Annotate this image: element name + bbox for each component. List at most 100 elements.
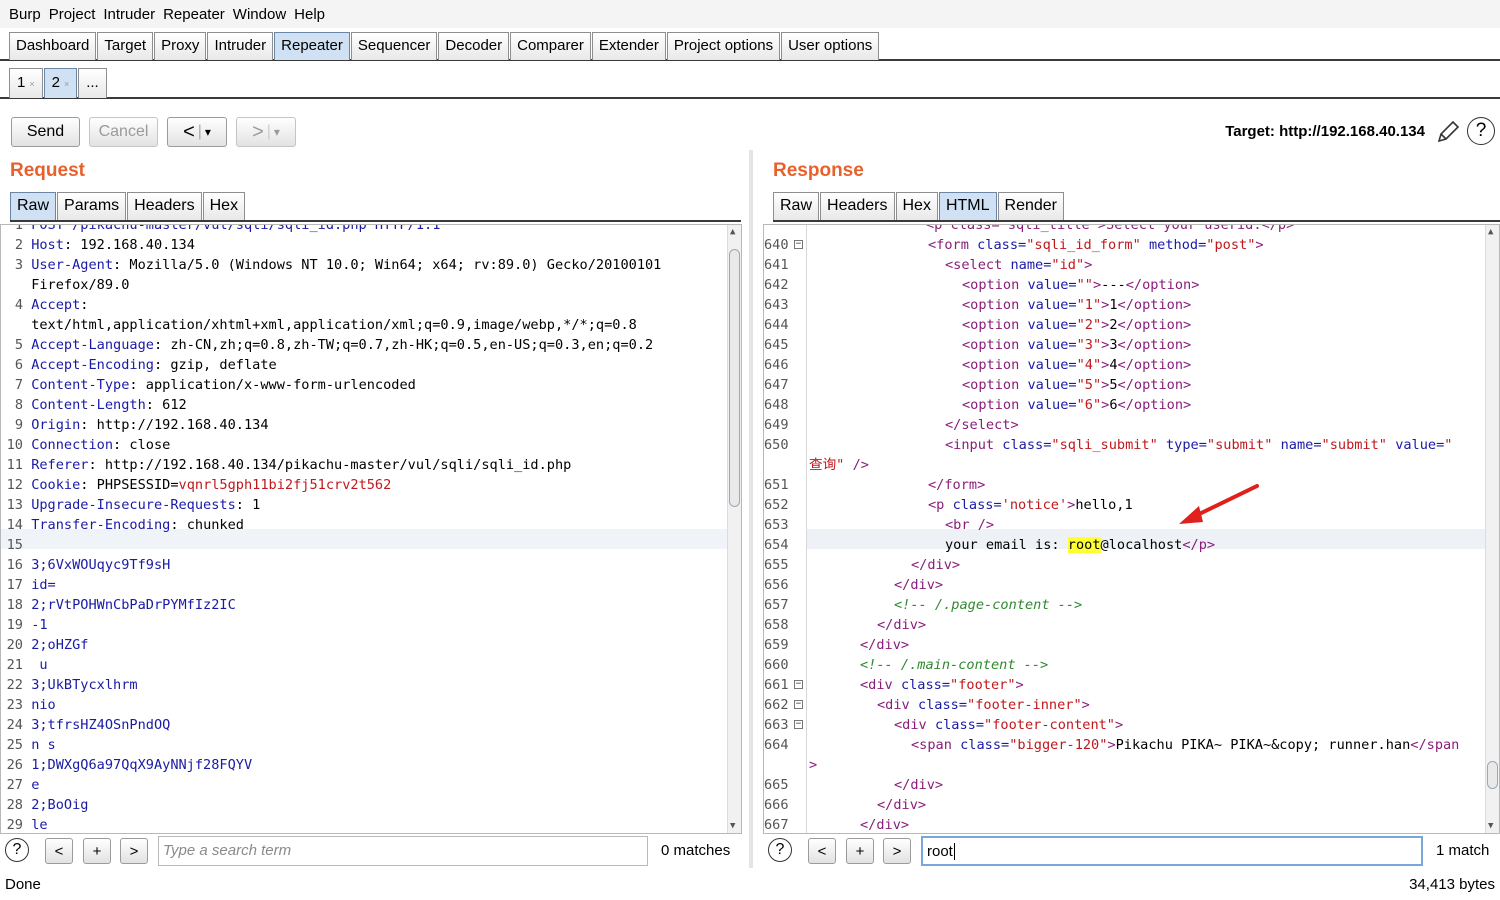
response-tab-render[interactable]: Render bbox=[997, 192, 1064, 220]
line-number: 9 bbox=[14, 417, 23, 433]
request-tab-raw[interactable]: Raw bbox=[10, 192, 57, 220]
edit-target-button[interactable] bbox=[1434, 118, 1462, 146]
repeater-tab-more[interactable]: ... bbox=[78, 68, 107, 98]
header-name: Content-Type bbox=[31, 377, 130, 393]
fold-toggle-icon[interactable]: − bbox=[794, 680, 803, 689]
line-number: 643 bbox=[764, 297, 789, 313]
request-scrollbar[interactable]: ▲ ▼ bbox=[727, 225, 741, 833]
close-icon[interactable]: × bbox=[64, 79, 69, 89]
response-search-input[interactable]: root bbox=[921, 836, 1423, 866]
request-line: 25 n s bbox=[1, 735, 56, 755]
request-tab-params[interactable]: Params bbox=[57, 192, 127, 220]
request-line: 9 Origin: http://192.168.40.134 bbox=[1, 415, 269, 435]
request-line: 26 1;DWXgQ6a97QqX9AyNNjf28FQYV bbox=[1, 755, 253, 775]
search-prev-button[interactable]: < bbox=[808, 838, 836, 864]
cookie-value: vqnrl5gph11bi2fj51crv2t562 bbox=[178, 477, 392, 493]
response-line: <select name="id"> bbox=[945, 257, 1093, 273]
tab-proxy[interactable]: Proxy bbox=[154, 32, 207, 60]
request-scroll-thumb[interactable] bbox=[729, 249, 740, 507]
line-number: 664 bbox=[764, 737, 789, 753]
header-value: Mozilla/5.0 (Windows NT 10.0; Win64; x64… bbox=[121, 257, 662, 273]
response-tab-headers[interactable]: Headers bbox=[820, 192, 895, 220]
fold-toggle-icon[interactable]: − bbox=[794, 720, 803, 729]
pane-splitter[interactable] bbox=[749, 150, 753, 868]
response-tab-hex[interactable]: Hex bbox=[895, 192, 938, 220]
colon: : bbox=[88, 457, 97, 473]
body-chunk: 1;DWXgQ6a97QqX9AyNNjf28FQYV bbox=[31, 757, 253, 773]
chevron-right-icon: > bbox=[129, 842, 139, 860]
request-tab-hex[interactable]: Hex bbox=[202, 192, 246, 220]
request-line: 6 Accept-Encoding: gzip, deflate bbox=[1, 355, 277, 375]
response-line: > bbox=[809, 757, 818, 773]
request-line: 16 3;6VxWOUqyc9Tf9sH bbox=[1, 555, 171, 575]
search-options-button[interactable]: + bbox=[83, 838, 111, 864]
pencil-icon bbox=[1437, 120, 1460, 143]
tab-decoder[interactable]: Decoder bbox=[438, 32, 510, 60]
fold-toggle-icon[interactable]: − bbox=[794, 240, 803, 249]
close-icon[interactable]: × bbox=[29, 79, 34, 89]
header-value: 192.168.40.134 bbox=[72, 237, 195, 253]
response-tab-bar: Raw Headers Hex HTML Render bbox=[773, 192, 1065, 220]
line-number: 24 bbox=[6, 717, 23, 733]
tab-comparer[interactable]: Comparer bbox=[510, 32, 591, 60]
search-highlight: root bbox=[1067, 537, 1101, 553]
repeater-tab-1[interactable]: 1 × bbox=[9, 68, 43, 98]
body-chunk: u bbox=[31, 657, 48, 673]
menu-intruder[interactable]: Intruder bbox=[102, 6, 156, 23]
line-number: 657 bbox=[764, 597, 789, 613]
response-line: </div> bbox=[911, 557, 961, 573]
fold-toggle-icon[interactable]: − bbox=[794, 700, 803, 709]
repeater-tab-2[interactable]: 2 × bbox=[43, 68, 78, 98]
request-line: 17 id= bbox=[1, 575, 56, 595]
body-chunk: 2;rVtPOHWnCbPaDrPYMfIz2IC bbox=[31, 597, 236, 613]
request-editor[interactable]: 1 POST /pikachu-master/vul/sqli/sqli_id.… bbox=[0, 224, 742, 834]
response-tab-raw[interactable]: Raw bbox=[773, 192, 820, 220]
tab-intruder[interactable]: Intruder bbox=[207, 32, 274, 60]
menu-project[interactable]: Project bbox=[48, 6, 97, 23]
colon: : bbox=[80, 297, 89, 313]
line-number: 7 bbox=[14, 377, 23, 393]
menu-help[interactable]: Help bbox=[293, 6, 326, 23]
line-number: 23 bbox=[6, 697, 23, 713]
help-icon[interactable]: ? bbox=[1467, 117, 1495, 145]
header-value: http://192.168.40.134 bbox=[88, 417, 269, 433]
search-prev-button[interactable]: < bbox=[45, 838, 73, 864]
search-options-button[interactable]: + bbox=[846, 838, 874, 864]
response-line: your email is: root@localhost</p> bbox=[945, 537, 1216, 553]
cancel-button[interactable]: Cancel bbox=[89, 117, 158, 147]
menu-window[interactable]: Window bbox=[232, 6, 287, 23]
menu-repeater[interactable]: Repeater bbox=[162, 6, 226, 23]
back-button[interactable]: < | ▾ bbox=[167, 117, 227, 147]
request-line: 8 Content-Length: 612 bbox=[1, 395, 187, 415]
tab-extender[interactable]: Extender bbox=[591, 32, 666, 60]
response-scrollbar[interactable]: ▲ ▼ bbox=[1485, 225, 1499, 833]
colon: : bbox=[235, 497, 244, 513]
response-line: <option value="6">6</option> bbox=[962, 397, 1192, 413]
tab-user-options[interactable]: User options bbox=[781, 32, 880, 60]
line-number: 665 bbox=[764, 777, 789, 793]
response-editor[interactable]: <p class="sqli_title">Select your userid… bbox=[763, 224, 1500, 834]
tab-project-options[interactable]: Project options bbox=[666, 32, 781, 60]
menu-burp[interactable]: Burp bbox=[8, 6, 42, 23]
request-search-input[interactable]: Type a search term bbox=[158, 836, 648, 866]
line-number: 2 bbox=[14, 237, 23, 253]
request-tab-headers[interactable]: Headers bbox=[127, 192, 202, 220]
response-tab-html[interactable]: HTML bbox=[938, 192, 997, 220]
request-line: 12 Cookie: PHPSESSID=vqnrl5gph11bi2fj51c… bbox=[1, 475, 392, 495]
tab-dashboard[interactable]: Dashboard bbox=[9, 32, 97, 60]
response-scroll-thumb[interactable] bbox=[1487, 761, 1498, 789]
search-next-button[interactable]: > bbox=[883, 838, 911, 864]
line-number: 642 bbox=[764, 277, 789, 293]
request-line: 19 -1 bbox=[1, 615, 48, 635]
search-next-button[interactable]: > bbox=[120, 838, 148, 864]
tab-repeater[interactable]: Repeater bbox=[274, 32, 350, 60]
repeater-tab-label: 2 bbox=[51, 74, 60, 91]
help-icon[interactable]: ? bbox=[768, 838, 792, 862]
request-line: 27 e bbox=[1, 775, 40, 795]
help-icon[interactable]: ? bbox=[5, 838, 29, 862]
header-value: 612 bbox=[153, 397, 187, 413]
send-button[interactable]: Send bbox=[11, 117, 80, 147]
tab-target[interactable]: Target bbox=[97, 32, 154, 60]
tab-sequencer[interactable]: Sequencer bbox=[350, 32, 438, 60]
forward-button[interactable]: > | ▾ bbox=[236, 117, 296, 147]
